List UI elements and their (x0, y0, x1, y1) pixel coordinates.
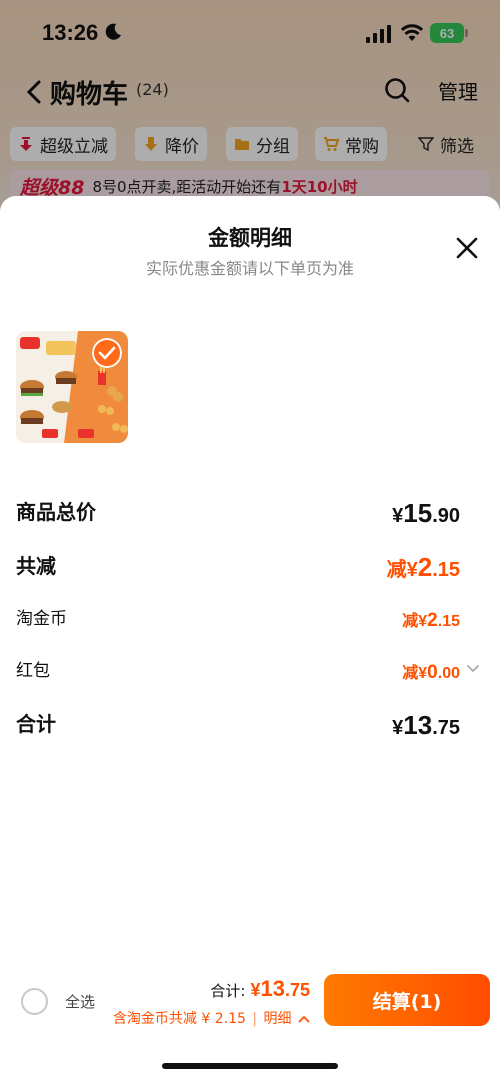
chevron-down-icon[interactable] (466, 664, 480, 674)
total-value: ¥13.75 (392, 710, 460, 741)
subtotal-label: 商品总价 (16, 500, 96, 524)
subtotal-row: 商品总价 ¥15.90 (16, 496, 484, 532)
detail-link[interactable]: 明细 (264, 1011, 292, 1027)
subtotal-value: ¥15.90 (392, 498, 460, 529)
price-int: 2 (417, 552, 433, 582)
total-row: 合计 ¥13.75 (16, 708, 484, 744)
bottom-total: 合计: ¥13.75 (210, 976, 310, 1002)
hongbao-label: 红包 (16, 661, 50, 681)
price-dec: .15 (437, 613, 460, 630)
total-discount-value: 减¥2.15 (387, 552, 460, 583)
selected-check-icon (92, 338, 122, 368)
total-label: 合计 (16, 712, 56, 736)
price-int: 13 (403, 710, 433, 740)
price-dec: .00 (437, 665, 460, 682)
discount-summary[interactable]: 含淘金币共减 ¥ 2.15 | 明细 (113, 1008, 310, 1028)
taojinbi-value: 减¥2.15 (402, 607, 460, 632)
price-int: 2 (427, 610, 438, 631)
bottom-total-int: 13 (260, 976, 285, 1001)
hongbao-row[interactable]: 红包 减¥0.00 (16, 656, 484, 686)
checkout-button[interactable]: 结算(1) (324, 974, 490, 1026)
taojinbi-label: 淘金币 (16, 609, 67, 629)
bottom-total-label: 合计: (210, 982, 246, 1000)
currency-symbol: ¥ (392, 505, 404, 527)
close-icon[interactable] (455, 236, 479, 260)
bottom-total-currency: ¥ (250, 980, 261, 1000)
sheet-title: 金额明细 (208, 226, 292, 250)
discount-prefix: 减¥ (402, 613, 428, 630)
discount-prefix: 减¥ (386, 559, 418, 581)
checkout-bar: 全选 合计: ¥13.75 含淘金币共减 ¥ 2.15 | 明细 结算(1) (0, 970, 500, 1040)
currency-symbol: ¥ (392, 717, 404, 739)
discount-prefix: 减¥ (402, 665, 428, 682)
discount-summary-text: 含淘金币共减 ¥ 2.15 (112, 1011, 246, 1027)
total-discount-row: 共减 减¥2.15 (16, 550, 484, 586)
chevron-up-icon[interactable] (298, 1015, 310, 1023)
price-dec: .90 (432, 505, 460, 527)
hongbao-value: 减¥0.00 (402, 659, 460, 684)
taojinbi-row: 淘金币 减¥2.15 (16, 604, 484, 634)
bottom-total-dec: .75 (284, 980, 310, 1000)
select-all-radio[interactable] (21, 988, 48, 1015)
separator: | (252, 1011, 258, 1027)
home-indicator[interactable] (162, 1063, 338, 1069)
price-int: 0 (427, 662, 438, 683)
sheet-subtitle: 实际优惠金额请以下单页为准 (145, 259, 354, 278)
total-discount-label: 共减 (16, 554, 56, 578)
price-dec: .75 (432, 717, 460, 739)
price-int: 15 (403, 498, 433, 528)
amount-detail-sheet: 金额明细 实际优惠金额请以下单页为准 商品总价 ¥15.90 共减 减¥2.15… (0, 196, 500, 1082)
select-all-label[interactable]: 全选 (65, 991, 95, 1012)
price-dec: .15 (432, 559, 460, 581)
